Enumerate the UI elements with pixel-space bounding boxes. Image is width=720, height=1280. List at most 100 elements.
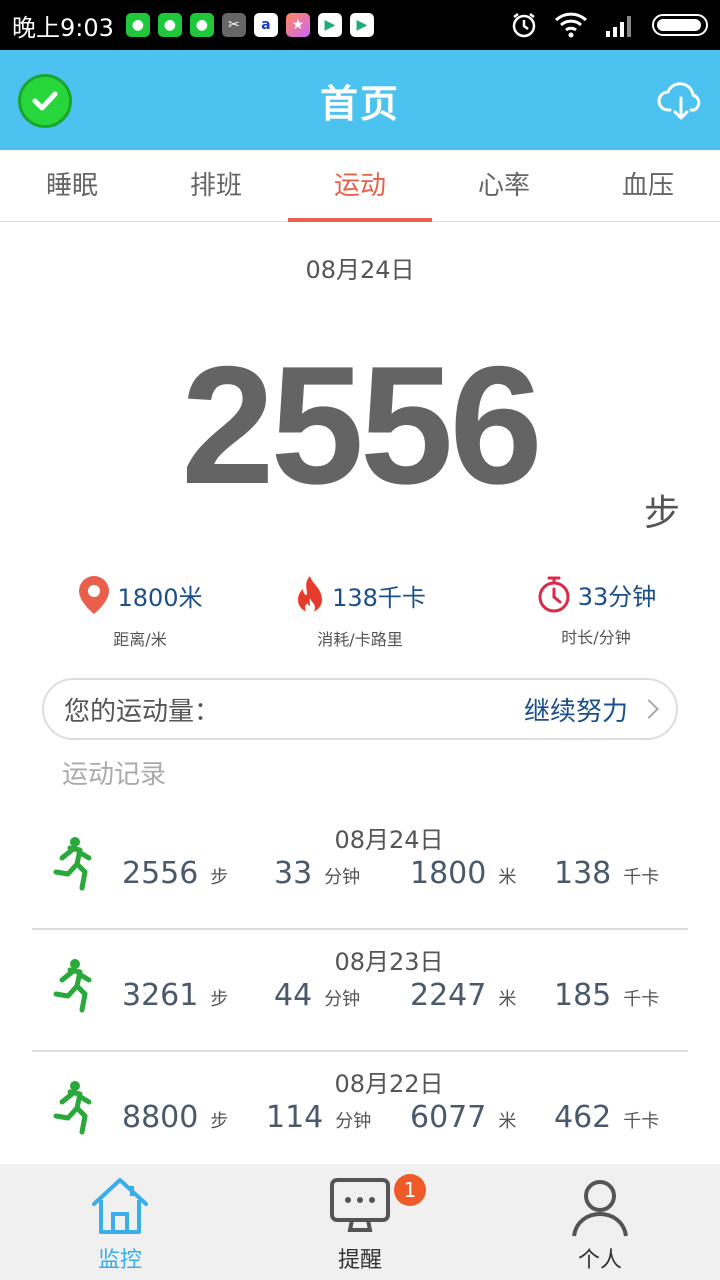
- stats-row: 1800米 距离/米 138千卡 消耗/卡路里 33分钟 时长/分钟: [0, 574, 720, 654]
- record-steps-value: 2556: [122, 856, 199, 891]
- check-icon[interactable]: [18, 74, 72, 128]
- nav-reminder[interactable]: 提醒 1: [240, 1164, 480, 1280]
- record-minutes-unit: 分钟: [324, 989, 361, 1010]
- record-row[interactable]: 08月24日 2556 步 33 分钟 1800 米 138 千卡: [32, 808, 688, 930]
- record-meters-value: 1800: [410, 856, 487, 891]
- step-count: 2556: [181, 331, 543, 519]
- nav-monitor[interactable]: 监控: [0, 1164, 240, 1280]
- star-app-icon: ★: [285, 13, 310, 37]
- page-title: 首页: [319, 81, 400, 126]
- timer-icon: [538, 576, 570, 613]
- runner-icon: [53, 959, 92, 1013]
- flame-icon: [298, 576, 323, 613]
- record-date: 08月22日: [334, 1070, 444, 1098]
- location-pin-icon: [79, 576, 110, 614]
- chevron-right-icon: [639, 699, 659, 719]
- record-steps-value: 8800: [122, 1100, 199, 1135]
- stat-calories-label: 消耗/卡路里: [317, 630, 403, 649]
- record-steps-unit: 步: [210, 1111, 229, 1132]
- cloud-download-icon[interactable]: [656, 76, 706, 126]
- tab-sleep[interactable]: 睡眠: [0, 150, 144, 221]
- record-meters-value: 2247: [410, 978, 487, 1013]
- effort-label: 您的运动量：: [64, 696, 221, 727]
- record-steps-value: 3261: [122, 978, 199, 1013]
- wechat-icon: ●: [125, 13, 150, 37]
- app-icon: ✂: [221, 13, 246, 37]
- stat-distance-value: 1800米: [117, 583, 203, 612]
- nav-personal-label: 个人: [577, 1248, 622, 1273]
- record-meters: 2247 米: [410, 978, 516, 1013]
- record-meters-unit: 米: [498, 989, 517, 1010]
- tab-heart-rate[interactable]: 心率: [432, 150, 576, 221]
- stat-calories-value: 138千卡: [332, 583, 426, 612]
- play-store-icon: ▶: [317, 13, 342, 37]
- record-kcal-unit: 千卡: [623, 1111, 660, 1132]
- signal-icon: [606, 16, 631, 37]
- effort-banner[interactable]: 您的运动量： 继续努力: [42, 678, 678, 740]
- record-minutes-unit: 分钟: [335, 1111, 372, 1132]
- record-kcal: 185 千卡: [554, 978, 659, 1013]
- record-meters-unit: 米: [498, 1111, 517, 1132]
- record-steps: 3261 步: [122, 978, 228, 1013]
- stat-calories: 138千卡 消耗/卡路里: [250, 574, 470, 650]
- tab-schedule[interactable]: 排班: [144, 150, 288, 221]
- stat-duration-value: 33分钟: [577, 582, 657, 611]
- record-date: 08月24日: [334, 826, 444, 854]
- app-icon: a: [253, 13, 278, 37]
- record-minutes-unit: 分钟: [324, 867, 361, 888]
- record-kcal-unit: 千卡: [623, 989, 660, 1010]
- record-kcal: 462 千卡: [554, 1100, 659, 1135]
- stat-duration-label: 时长/分钟: [561, 628, 631, 647]
- record-steps-unit: 步: [210, 867, 229, 888]
- record-meters-unit: 米: [498, 867, 517, 888]
- stat-distance-label: 距离/米: [113, 630, 167, 649]
- bottom-nav: 监控 提醒 1 个人: [0, 1164, 720, 1280]
- wechat-icon: ●: [189, 13, 214, 37]
- record-kcal-value: 462: [554, 1100, 612, 1135]
- alarm-icon: [512, 13, 536, 38]
- record-minutes-value: 33: [274, 856, 313, 891]
- runner-icon: [53, 1081, 92, 1135]
- step-unit: 步: [643, 493, 680, 534]
- effort-value: 继续努力: [523, 696, 628, 727]
- record-row[interactable]: 08月23日 3261 步 44 分钟 2247 米 185 千卡: [32, 930, 688, 1052]
- records-title: 运动记录: [62, 760, 167, 790]
- stat-duration: 33分钟 时长/分钟: [486, 574, 706, 648]
- record-minutes: 33 分钟: [274, 856, 360, 891]
- status-bar: 晚上9:03 ● ● ● ✂ a ★ ▶ ▶: [0, 0, 720, 50]
- runner-icon: [53, 837, 92, 891]
- wifi-icon: [554, 12, 588, 38]
- home-icon: [92, 1178, 148, 1234]
- tab-bar: 睡眠 排班 运动 心率 血压: [0, 150, 720, 222]
- battery-icon: [652, 14, 708, 36]
- tab-blood-pressure[interactable]: 血压: [576, 150, 720, 221]
- record-meters-value: 6077: [410, 1100, 487, 1135]
- record-steps-unit: 步: [210, 989, 229, 1010]
- wechat-icon: ●: [157, 13, 182, 37]
- record-date: 08月23日: [334, 948, 444, 976]
- summary-date: 08月24日: [305, 256, 415, 284]
- record-row[interactable]: 08月22日 8800 步 114 分钟 6077 米 462 千卡: [32, 1052, 688, 1174]
- play-store-icon: ▶: [349, 13, 374, 37]
- record-minutes: 44 分钟: [274, 978, 360, 1013]
- nav-monitor-label: 监控: [97, 1248, 142, 1273]
- record-steps: 8800 步: [122, 1100, 228, 1135]
- stat-distance: 1800米 距离/米: [30, 574, 250, 650]
- nav-reminder-label: 提醒: [337, 1248, 382, 1273]
- message-icon: [330, 1178, 390, 1232]
- record-meters: 6077 米: [410, 1100, 516, 1135]
- record-minutes: 114 分钟: [266, 1100, 371, 1135]
- app-header: 首页: [0, 50, 720, 150]
- person-icon: [572, 1180, 628, 1237]
- record-steps: 2556 步: [122, 856, 228, 891]
- record-minutes-value: 44: [274, 978, 313, 1013]
- nav-personal[interactable]: 个人: [480, 1164, 720, 1280]
- notification-badge: 1: [394, 1174, 426, 1206]
- record-kcal-value: 185: [554, 978, 612, 1013]
- tab-exercise[interactable]: 运动: [288, 150, 432, 222]
- record-kcal-value: 138: [554, 856, 612, 891]
- record-kcal-unit: 千卡: [623, 867, 660, 888]
- record-meters: 1800 米: [410, 856, 516, 891]
- status-time: 晚上9:03: [12, 13, 114, 42]
- record-kcal: 138 千卡: [554, 856, 659, 891]
